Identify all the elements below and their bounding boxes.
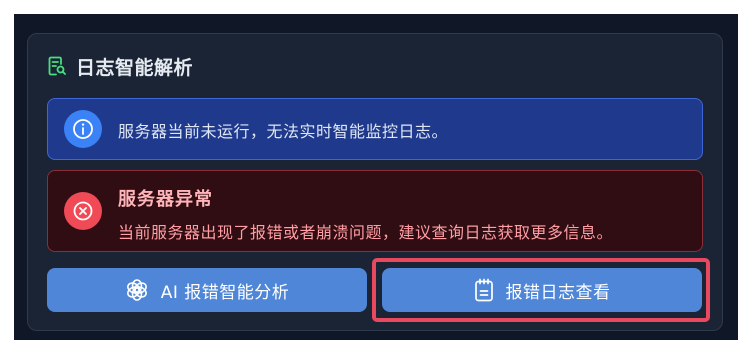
view-error-log-label: 报错日志查看: [505, 282, 611, 303]
view-error-log-button[interactable]: 报错日志查看: [382, 268, 702, 312]
server-stopped-alert: 服务器当前未运行，无法实时智能监控日志。: [47, 98, 703, 160]
error-x-icon: [64, 192, 102, 230]
ai-knot-icon: [125, 278, 149, 302]
ai-error-analysis-button[interactable]: AI 报错智能分析: [47, 268, 367, 312]
server-error-alert: 服务器异常 当前服务器出现了报错或者崩溃问题，建议查询日志获取更多信息。: [47, 170, 703, 252]
panel-title: 日志智能解析: [76, 56, 194, 79]
ai-error-analysis-label: AI 报错智能分析: [160, 282, 290, 303]
info-icon: [64, 110, 102, 148]
error-alert-message: 当前服务器出现了报错或者崩溃问题，建议查询日志获取更多信息。: [118, 223, 614, 242]
panel-header: 日志智能解析: [48, 54, 194, 79]
notepad-icon: [474, 278, 494, 302]
error-alert-title: 服务器异常: [118, 189, 213, 210]
log-search-icon: [48, 56, 66, 76]
info-alert-message: 服务器当前未运行，无法实时智能监控日志。: [118, 122, 449, 141]
